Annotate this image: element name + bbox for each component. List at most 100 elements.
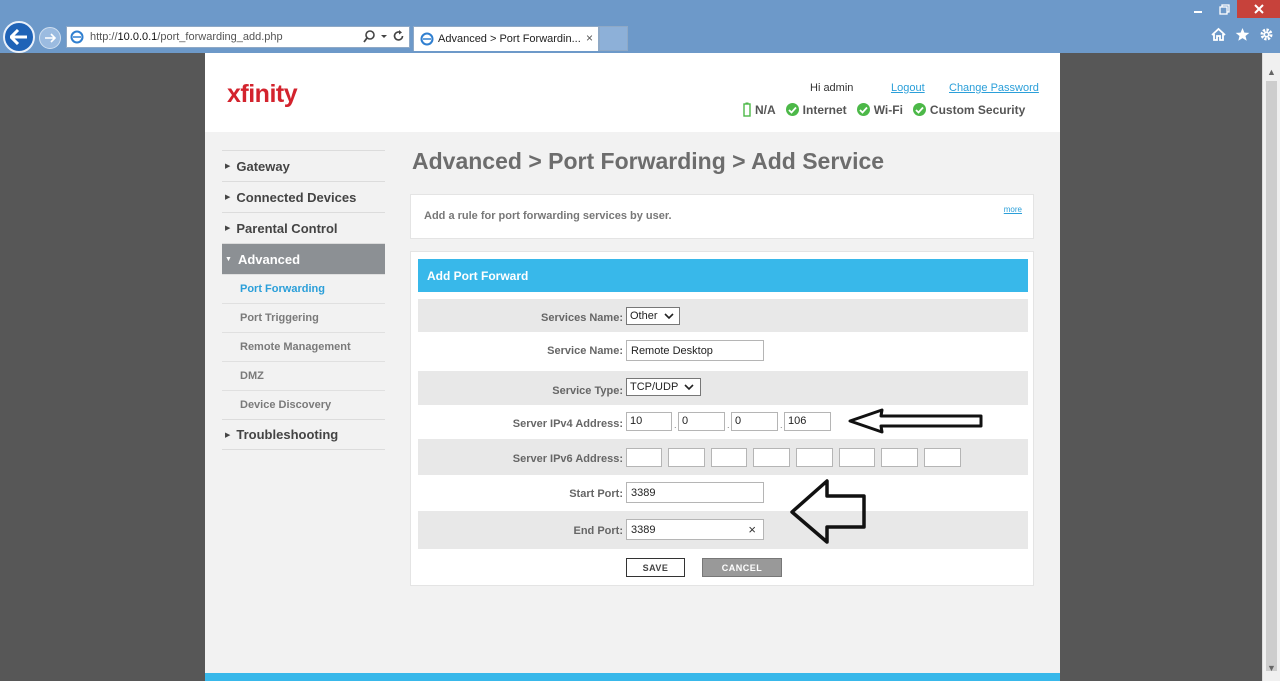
ipv6-field-3[interactable] xyxy=(711,448,747,467)
sidebar-item-parental-control[interactable]: ▶ Parental Control xyxy=(222,212,385,243)
wifi-status: Wi-Fi xyxy=(873,102,903,117)
battery-status: N/A xyxy=(755,102,776,117)
settings-gear-icon[interactable] xyxy=(1259,27,1274,42)
security-status: Custom Security xyxy=(929,102,1026,117)
ipv4-octet-3[interactable]: 0 xyxy=(731,412,778,431)
caret-right-icon: ▶ xyxy=(225,225,231,232)
ipv6-field-1[interactable] xyxy=(626,448,662,467)
caret-right-icon: ▶ xyxy=(225,194,231,201)
internet-status: Internet xyxy=(802,102,847,117)
ipv4-octet-1[interactable]: 10 xyxy=(626,412,672,431)
service-type-label: Service Type: xyxy=(552,385,623,397)
service-type-select[interactable]: TCP/UDP xyxy=(626,378,701,396)
ie-icon xyxy=(70,30,84,44)
new-tab-button[interactable] xyxy=(599,26,628,51)
sidebar-item-advanced[interactable]: ▼ Advanced xyxy=(222,243,385,274)
tab-close-icon[interactable]: × xyxy=(586,31,593,45)
sidebar-item-port-forwarding[interactable]: Port Forwarding xyxy=(222,274,385,303)
service-name-input[interactable]: Remote Desktop xyxy=(626,340,764,361)
window-close-icon[interactable] xyxy=(1237,0,1280,18)
minimize-icon[interactable] xyxy=(1185,0,1211,18)
sidebar-item-gateway[interactable]: ▶ Gateway xyxy=(222,150,385,181)
ipv4-octet-2[interactable]: 0 xyxy=(678,412,725,431)
ipv6-field-6[interactable] xyxy=(839,448,875,467)
wifi-check-icon xyxy=(856,103,870,116)
description-text: Add a rule for port forwarding services … xyxy=(424,210,672,222)
end-port-label: End Port: xyxy=(573,525,624,537)
favorites-star-icon[interactable] xyxy=(1235,27,1250,42)
ipv6-field-2[interactable] xyxy=(668,448,705,467)
save-button[interactable]: SAVE xyxy=(626,558,685,577)
annotation-arrow-left-icon xyxy=(790,479,866,544)
cancel-button[interactable]: CANCEL xyxy=(702,558,782,577)
sidebar-item-dmz[interactable]: DMZ xyxy=(222,361,385,390)
caret-right-icon: ▶ xyxy=(225,431,231,439)
service-name-label: Service Name: xyxy=(547,345,623,357)
sidebar-item-device-discovery[interactable]: Device Discovery xyxy=(222,390,385,419)
page-title: Advanced > Port Forwarding > Add Service xyxy=(412,148,885,174)
internet-check-icon xyxy=(785,103,799,116)
vertical-scrollbar[interactable]: ▲ ▼ xyxy=(1262,53,1280,681)
ipv6-field-8[interactable] xyxy=(924,448,961,467)
status-bar: N/A Internet Wi-Fi Custom Security xyxy=(743,102,1025,117)
more-link[interactable]: more xyxy=(1004,205,1022,214)
sidebar-item-port-triggering[interactable]: Port Triggering xyxy=(222,303,385,332)
address-url: http://10.0.0.1/port_forwarding_add.php xyxy=(90,31,283,43)
clear-icon[interactable]: × xyxy=(748,522,756,537)
services-name-label: Services Name: xyxy=(541,312,623,324)
ipv4-dot: . xyxy=(727,420,730,430)
service-type-row: Service Type: TCP/UDP xyxy=(418,371,1028,405)
sidebar-item-connected-devices[interactable]: ▶ Connected Devices xyxy=(222,181,385,212)
description-box: Add a rule for port forwarding services … xyxy=(410,194,1034,239)
chevron-down-icon xyxy=(684,383,694,390)
browser-chrome: http://10.0.0.1/port_forwarding_add.php … xyxy=(0,0,1280,53)
ipv6-field-7[interactable] xyxy=(881,448,918,467)
scroll-down-icon[interactable]: ▼ xyxy=(1267,663,1276,673)
footer-strip xyxy=(205,673,1060,681)
ipv4-dot: . xyxy=(674,420,677,430)
scroll-up-icon[interactable]: ▲ xyxy=(1267,67,1276,77)
tab-title: Advanced > Port Forwardin... xyxy=(438,33,581,45)
search-icon[interactable] xyxy=(363,29,376,43)
tab-port-forwarding[interactable]: Advanced > Port Forwardin... × xyxy=(413,26,599,51)
ie-icon xyxy=(420,32,434,46)
sidebar-item-troubleshooting[interactable]: ▶ Troubleshooting xyxy=(222,419,385,450)
start-port-row: Start Port: 3389 xyxy=(418,475,1028,511)
xfinity-logo[interactable]: xfinity xyxy=(227,80,298,109)
change-password-link[interactable]: Change Password xyxy=(949,82,1039,94)
dropdown-arrow-icon[interactable] xyxy=(380,29,388,43)
ipv6-field-5[interactable] xyxy=(796,448,833,467)
security-check-icon xyxy=(912,103,926,116)
restore-icon[interactable] xyxy=(1211,0,1237,18)
ipv4-label: Server IPv4 Address: xyxy=(512,418,623,430)
end-port-input[interactable]: 3389 × xyxy=(626,519,764,540)
services-name-row: Services Name: Other xyxy=(418,299,1028,332)
services-name-select[interactable]: Other xyxy=(626,307,680,325)
home-icon[interactable] xyxy=(1211,27,1226,42)
caret-down-icon: ▼ xyxy=(225,255,232,263)
ipv6-row: Server IPv6 Address: xyxy=(418,439,1028,475)
scroll-thumb[interactable] xyxy=(1266,81,1277,671)
forward-arrow-icon[interactable] xyxy=(39,27,61,49)
service-name-row: Service Name: Remote Desktop xyxy=(418,332,1028,371)
address-bar[interactable]: http://10.0.0.1/port_forwarding_add.php xyxy=(66,26,410,48)
sidebar-item-remote-management[interactable]: Remote Management xyxy=(222,332,385,361)
ipv4-dot: . xyxy=(780,420,783,430)
ipv4-octet-4[interactable]: 106 xyxy=(784,412,831,431)
chevron-down-icon xyxy=(663,312,674,319)
annotation-arrow-left-icon xyxy=(848,408,983,434)
refresh-icon[interactable] xyxy=(392,29,405,43)
gateway-page: xfinity Hi admin Logout Change Password … xyxy=(205,53,1060,681)
end-port-row: End Port: 3389 × xyxy=(418,511,1028,549)
caret-right-icon: ▶ xyxy=(225,163,231,170)
site-header: xfinity Hi admin Logout Change Password … xyxy=(205,53,1060,132)
battery-icon xyxy=(743,102,751,117)
ipv6-label: Server IPv6 Address: xyxy=(512,453,623,465)
back-arrow-icon[interactable] xyxy=(3,21,35,53)
form-title: Add Port Forward xyxy=(418,259,1028,292)
sidebar-nav: ▶ Gateway ▶ Connected Devices ▶ Parental Co… xyxy=(222,150,385,450)
greeting: Hi admin xyxy=(810,82,854,94)
logout-link[interactable]: Logout xyxy=(891,82,925,94)
ipv6-field-4[interactable] xyxy=(753,448,790,467)
start-port-input[interactable]: 3389 xyxy=(626,482,764,503)
